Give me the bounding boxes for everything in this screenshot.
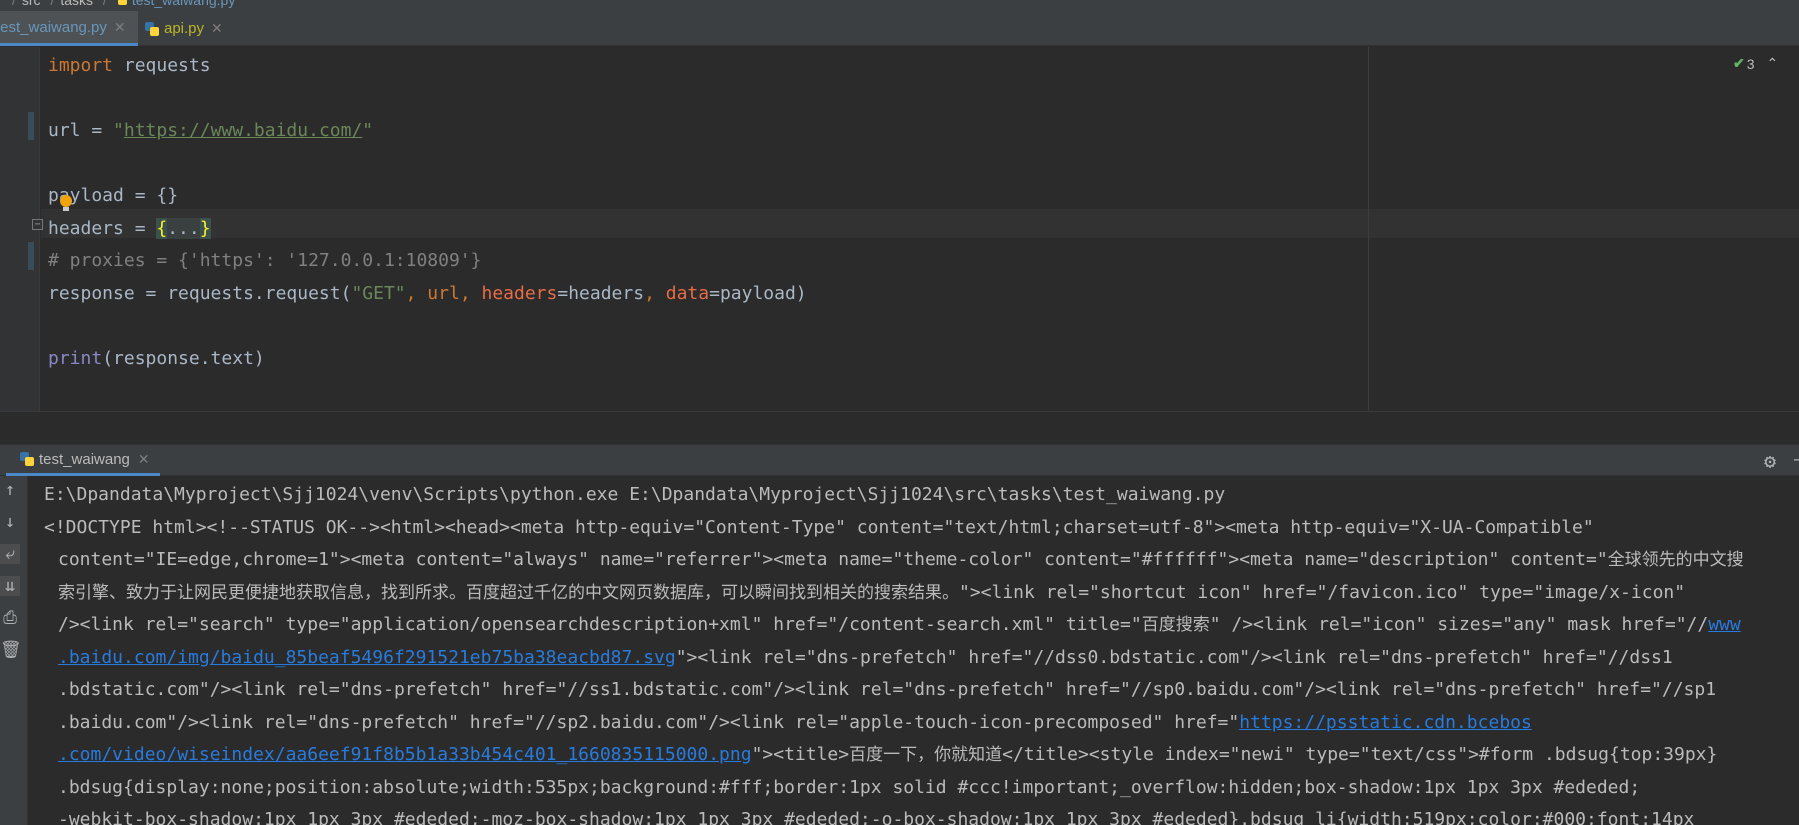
console-line: content="IE=edge,chrome=1"><meta content…: [58, 549, 1744, 570]
tab-api[interactable]: api.py ✕: [145, 11, 248, 46]
console-line: .bdstatic.com"/><link rel="dns-prefetch"…: [58, 679, 1717, 700]
code-line-5: payload = {}: [48, 185, 179, 206]
run-tab[interactable]: test_waiwang ✕: [6, 445, 160, 476]
arrow-up-icon[interactable]: ↑: [0, 480, 20, 500]
editor-tab-bar: test_waiwang.py ✕ api.py ✕: [0, 11, 1799, 46]
console-link[interactable]: www: [1708, 614, 1741, 635]
console-line: E:\Dpandata\Myproject\Sjj1024\venv\Scrip…: [44, 484, 1226, 505]
change-marker: [28, 242, 34, 270]
lightbulb-icon[interactable]: [60, 195, 72, 211]
close-icon[interactable]: ✕: [114, 19, 126, 36]
inspection-count: 3: [1746, 55, 1755, 72]
check-icon: ✔: [1733, 55, 1745, 71]
code-content[interactable]: import requests url = "https://www.baidu…: [48, 50, 807, 375]
print-icon[interactable]: ⎙: [0, 608, 20, 628]
console-line: .com/video/wiseindex/aa6eef91f8b5b1a33b4…: [58, 744, 1718, 765]
console-link[interactable]: .baidu.com/img/baidu_85beaf5496f291521eb…: [58, 647, 676, 668]
trash-icon[interactable]: 🗑: [0, 640, 22, 660]
console-line: <!DOCTYPE html><!--STATUS OK--><html><he…: [44, 516, 1594, 538]
arrow-down-icon[interactable]: ↓: [0, 512, 20, 532]
console-link[interactable]: .com/video/wiseindex/aa6eef91f8b5b1a33b4…: [58, 744, 752, 765]
console-line: /><link rel="search" type="application/o…: [58, 614, 1741, 635]
chevron-up-icon[interactable]: ⌃: [1767, 55, 1779, 72]
soft-wrap-icon[interactable]: ⤶: [0, 544, 20, 564]
code-line-10: print(response.text): [48, 347, 265, 369]
run-toolbar: ↑ ↓ ⤶ ⇊ ⎙ 🗑: [0, 476, 28, 825]
console-line: .baidu.com"/><link rel="dns-prefetch" hr…: [58, 711, 1532, 733]
run-window-header: test_waiwang ✕ ⚙ –: [0, 444, 1799, 476]
breadcrumb-item-file[interactable]: test_waiwang.py: [132, 0, 236, 8]
collapsed-region[interactable]: ...: [167, 217, 200, 239]
change-marker: [28, 112, 34, 140]
editor-horizontal-scroll-area[interactable]: [0, 411, 1799, 444]
console-line: .bdsug{display:none;position:absolute;wi…: [58, 776, 1641, 798]
console-output[interactable]: E:\Dpandata\Myproject\Sjj1024\venv\Scrip…: [44, 479, 1789, 825]
tab-label: test_waiwang.py: [0, 18, 107, 36]
code-line-1: import requests: [48, 55, 211, 76]
python-file-icon: [145, 21, 159, 36]
code-editor[interactable]: − import requests url = "https://www.bai…: [0, 47, 1799, 411]
tab-label: api.py: [164, 20, 205, 37]
code-line-8: response = requests.request("GET", url, …: [48, 282, 807, 304]
close-icon[interactable]: ✕: [211, 20, 223, 37]
code-line-6: headers = {...}: [48, 217, 211, 239]
minimize-icon[interactable]: –: [1794, 449, 1799, 470]
fold-toggle-icon[interactable]: −: [32, 219, 43, 230]
breadcrumb-item-tasks[interactable]: tasks: [60, 0, 93, 8]
gear-icon[interactable]: ⚙: [1764, 449, 1776, 473]
console-line: -webkit-box-shadow:1px 1px 3px #ededed;-…: [58, 809, 1695, 825]
console-line: .baidu.com/img/baidu_85beaf5496f291521eb…: [58, 646, 1673, 668]
console-link[interactable]: https://psstatic.cdn.bcebos: [1239, 712, 1532, 733]
run-tab-label: test_waiwang: [39, 450, 130, 468]
code-line-3: url = "https://www.baidu.com/": [48, 120, 374, 141]
url-link[interactable]: https://www.baidu.com/: [124, 120, 362, 141]
breadcrumb: / src / tasks / test_waiwang.py: [0, 0, 1799, 11]
python-icon: [20, 452, 34, 466]
code-line-7: # proxies = {'https': '127.0.0.1:10809'}: [48, 250, 482, 271]
close-icon[interactable]: ✕: [138, 451, 150, 468]
right-margin-guide: [1368, 47, 1369, 411]
scroll-to-end-icon[interactable]: ⇊: [0, 576, 20, 596]
tab-test-waiwang[interactable]: test_waiwang.py ✕: [0, 11, 138, 46]
breadcrumb-item-src[interactable]: src: [22, 0, 41, 8]
python-file-icon: [113, 0, 127, 5]
console-line: 索引擎、致力于让网民更便捷地获取信息，找到所求。百度超过千亿的中文网页数据库，可…: [58, 581, 1686, 603]
inspection-widget[interactable]: ✔ 3 ⌃: [1733, 55, 1778, 72]
